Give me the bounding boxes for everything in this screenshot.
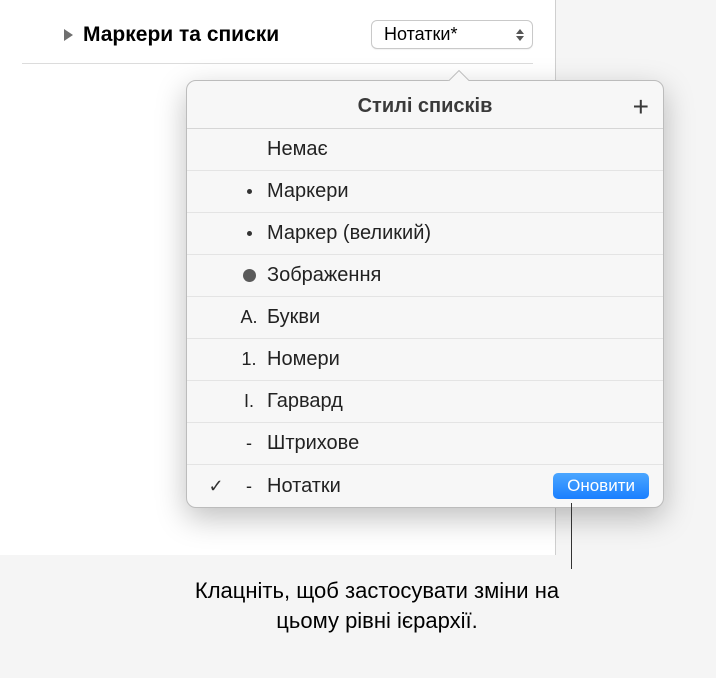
list-style-dropdown[interactable]: Нотатки* [371, 20, 533, 49]
updown-arrows-icon [516, 29, 524, 41]
checkmark-icon: ✓ [201, 476, 231, 497]
style-item-label: Гарвард [267, 390, 649, 413]
disclosure-triangle-icon[interactable] [64, 29, 73, 41]
callout-leader-line [571, 503, 572, 569]
style-item-label: Маркери [267, 180, 649, 203]
style-item-label: Штрихове [267, 432, 649, 455]
style-item-label: Номери [267, 348, 649, 371]
style-item[interactable]: -Штрихове [187, 423, 663, 465]
style-item-label: Нотатки [267, 475, 545, 498]
bullet-preview-icon: - [231, 433, 267, 454]
popover-tip-icon [447, 70, 469, 81]
bullet-preview-icon [231, 269, 267, 282]
bullet-preview-icon [231, 189, 267, 194]
list-styles-popover: Стилі списків + Немає Маркери Маркер (вели… [186, 80, 664, 508]
callout-text: Клацніть, щоб застосувати зміни на цьому… [162, 576, 592, 635]
dropdown-value: Нотатки* [384, 24, 457, 45]
style-item[interactable]: A.Букви [187, 297, 663, 339]
bullets-lists-section: Маркери та списки Нотатки* [22, 0, 533, 64]
popover-header: Стилі списків + [187, 81, 663, 129]
popover-title: Стилі списків [358, 95, 493, 118]
bullet-preview-icon: A. [231, 307, 267, 328]
style-item-label: Маркер (великий) [267, 222, 649, 245]
plus-icon: + [633, 91, 649, 122]
bullet-preview-icon: I. [231, 391, 267, 412]
bullet-preview-icon: - [231, 476, 267, 497]
update-button[interactable]: Оновити [553, 473, 649, 499]
bullet-preview-icon [231, 231, 267, 236]
style-item-label: Зображення [267, 264, 649, 287]
style-item[interactable]: I.Гарвард [187, 381, 663, 423]
style-item[interactable]: Маркер (великий) [187, 213, 663, 255]
add-style-button[interactable]: + [633, 93, 649, 121]
style-item[interactable]: Зображення [187, 255, 663, 297]
style-item-label: Букви [267, 306, 649, 329]
section-label: Маркери та списки [83, 23, 371, 47]
style-item[interactable]: ✓-Нотатки Оновити [187, 465, 663, 507]
style-list: НемаєМаркериМаркер (великий)ЗображенняA.… [187, 129, 663, 507]
style-item[interactable]: Маркери [187, 171, 663, 213]
bullet-preview-icon: 1. [231, 349, 267, 370]
style-item[interactable]: 1.Номери [187, 339, 663, 381]
style-item-label: Немає [267, 138, 649, 161]
style-item[interactable]: Немає [187, 129, 663, 171]
